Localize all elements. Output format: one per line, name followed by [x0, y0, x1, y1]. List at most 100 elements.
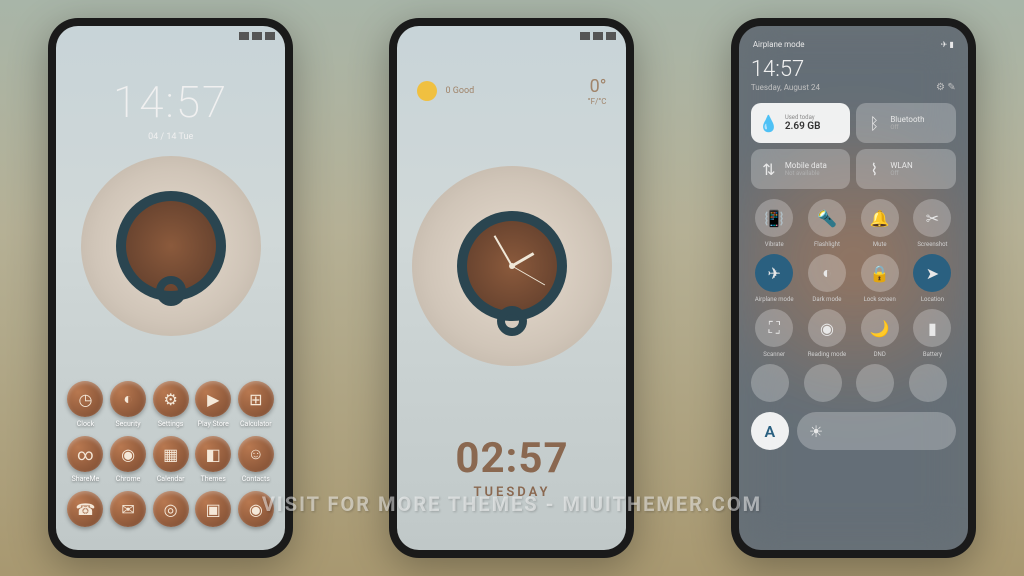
- toggle-label: Dark mode: [812, 296, 841, 303]
- toggle-icon-circle: ◐: [808, 254, 846, 292]
- app-glyph-icon: ◷: [78, 390, 92, 409]
- toggle-label: Mute: [873, 241, 887, 248]
- extra-toggle-2[interactable]: [804, 364, 842, 402]
- mobile-data-status: Not available: [785, 170, 827, 177]
- toggle-battery[interactable]: ▮ Battery: [909, 309, 956, 358]
- toggle-screenshot[interactable]: ✂ Screenshot: [909, 199, 956, 248]
- app-label: Themes: [201, 475, 226, 483]
- app-dock[interactable]: ▣: [195, 491, 231, 527]
- toggle-mute[interactable]: 🔔 Mute: [856, 199, 903, 248]
- wifi-icon: [252, 32, 262, 40]
- second-hand: [512, 266, 545, 286]
- toggle-icon-circle: 🌙: [861, 309, 899, 347]
- app-calculator[interactable]: ⊞ Calculator: [238, 381, 274, 428]
- app-clock[interactable]: ◷ Clock: [67, 381, 103, 428]
- toggle-icon-circle: 📳: [755, 199, 793, 237]
- bluetooth-status: Off: [890, 124, 924, 131]
- droplet-icon: 💧: [761, 115, 777, 131]
- app-label: Chrome: [116, 475, 141, 483]
- status-bar: [397, 26, 626, 46]
- clock-date: 04 / 14 Tue: [56, 132, 285, 142]
- settings-icon[interactable]: ⚙ ✎: [936, 82, 956, 93]
- mobile-data-label: Mobile data: [785, 161, 827, 170]
- toggle-airplane-mode[interactable]: ✈ Airplane mode: [751, 254, 798, 303]
- toggle-location[interactable]: ➤ Location: [909, 254, 956, 303]
- mobile-data-icon: ⇅: [761, 161, 777, 177]
- app-security[interactable]: ◐ Security: [110, 381, 146, 428]
- toggle-dark-mode[interactable]: ◐ Dark mode: [804, 254, 851, 303]
- analog-clock: [472, 226, 552, 306]
- mobile-data-tile[interactable]: ⇅ Mobile data Not available: [751, 149, 851, 189]
- air-quality: 0 Good: [445, 86, 474, 96]
- toggle-flashlight[interactable]: 🔦 Flashlight: [804, 199, 851, 248]
- toggle-vibrate[interactable]: 📳 Vibrate: [751, 199, 798, 248]
- app-dock[interactable]: ◎: [153, 491, 189, 527]
- app-dock[interactable]: ✉: [110, 491, 146, 527]
- bluetooth-icon: ᛒ: [866, 115, 882, 131]
- control-center-screen: Airplane mode ✈ ▮ 14:57 Tuesday, August …: [739, 26, 968, 550]
- app-contacts[interactable]: ☺ Contacts: [238, 436, 274, 483]
- app-glyph-icon: ✉: [121, 500, 134, 519]
- bluetooth-label: Bluetooth: [890, 115, 924, 124]
- app-settings[interactable]: ⚙ Settings: [153, 381, 189, 428]
- toggle-lock-screen[interactable]: 🔒 Lock screen: [856, 254, 903, 303]
- app-label: Play Store: [198, 420, 229, 428]
- app-glyph-icon: ▶: [207, 390, 219, 409]
- app-label: Security: [116, 420, 141, 428]
- app-shareme[interactable]: ∞ ShareMe: [67, 436, 103, 483]
- cc-header-label: Airplane mode: [753, 40, 805, 49]
- toggle-icon-circle: ✂: [913, 199, 951, 237]
- clock-time: 14:57: [56, 76, 285, 128]
- toggle-dnd[interactable]: 🌙 DND: [856, 309, 903, 358]
- app-chrome[interactable]: ◉ Chrome: [110, 436, 146, 483]
- bluetooth-tile[interactable]: ᛒ Bluetooth Off: [856, 103, 956, 143]
- battery-indicator: ✈ ▮: [941, 40, 954, 49]
- extra-toggle-1[interactable]: [751, 364, 789, 402]
- weather-widget[interactable]: 0 Good 0° °F/°C: [397, 46, 626, 116]
- toggle-scanner[interactable]: ⛶ Scanner: [751, 309, 798, 358]
- toggle-reading-mode[interactable]: ◉ Reading mode: [804, 309, 851, 358]
- toggle-label: Reading mode: [808, 351, 846, 358]
- extra-toggle-3[interactable]: [856, 364, 894, 402]
- brightness-slider[interactable]: ☀: [797, 412, 956, 450]
- app-dock[interactable]: ◉: [238, 491, 274, 527]
- lock-time: 02:57: [397, 434, 626, 483]
- cc-date: Tuesday, August 24: [751, 83, 820, 92]
- data-usage-tile[interactable]: 💧 Used today 2.69 GB: [751, 103, 851, 143]
- wlan-tile[interactable]: ⌇ WLAN Off: [856, 149, 956, 189]
- app-glyph-icon: ☎: [75, 500, 95, 519]
- app-themes[interactable]: ◧ Themes: [195, 436, 231, 483]
- app-icons-container: ◷ Clock ◐ Security ⚙ Settings ▶ Play Sto…: [56, 381, 285, 535]
- toggle-label: Lock screen: [864, 296, 896, 303]
- temp-unit: °F/°C: [588, 97, 607, 106]
- toggle-label: Scanner: [763, 351, 785, 358]
- app-glyph-icon: ▣: [206, 500, 221, 519]
- app-label: Settings: [158, 420, 184, 428]
- signal-icon: [239, 32, 249, 40]
- app-glyph-icon: ▦: [163, 445, 178, 464]
- clock-widget[interactable]: 14:57 04 / 14 Tue: [56, 46, 285, 152]
- home-screen: 14:57 04 / 14 Tue ◷ Clock ◐ Security ⚙ S…: [56, 26, 285, 550]
- app-play-store[interactable]: ▶ Play Store: [195, 381, 231, 428]
- app-calendar[interactable]: ▦ Calendar: [153, 436, 189, 483]
- auto-brightness-button[interactable]: A: [751, 412, 789, 450]
- wifi-icon: [593, 32, 603, 40]
- app-label: Calendar: [157, 475, 185, 483]
- app-label: Clock: [77, 420, 94, 428]
- app-dock[interactable]: ☎: [67, 491, 103, 527]
- brightness-icon: ☀: [809, 422, 823, 441]
- toggle-label: Vibrate: [765, 241, 784, 248]
- app-glyph-icon: ⊞: [249, 390, 262, 409]
- app-glyph-icon: ☺: [248, 444, 264, 464]
- battery-icon: [265, 32, 275, 40]
- toggle-label: Screenshot: [917, 241, 947, 248]
- app-glyph-icon: ◉: [249, 500, 263, 519]
- battery-icon: [606, 32, 616, 40]
- temperature: 0°: [588, 76, 607, 97]
- app-glyph-icon: ◉: [121, 445, 135, 464]
- wallpaper-coffee-clock: [412, 166, 612, 366]
- extra-toggle-4[interactable]: [909, 364, 947, 402]
- phone-mockup-lock: 0 Good 0° °F/°C 02:57 TUESDAY: [389, 18, 634, 558]
- toggle-icon-circle: ⛶: [755, 309, 793, 347]
- app-glyph-icon: ⚙: [163, 390, 177, 409]
